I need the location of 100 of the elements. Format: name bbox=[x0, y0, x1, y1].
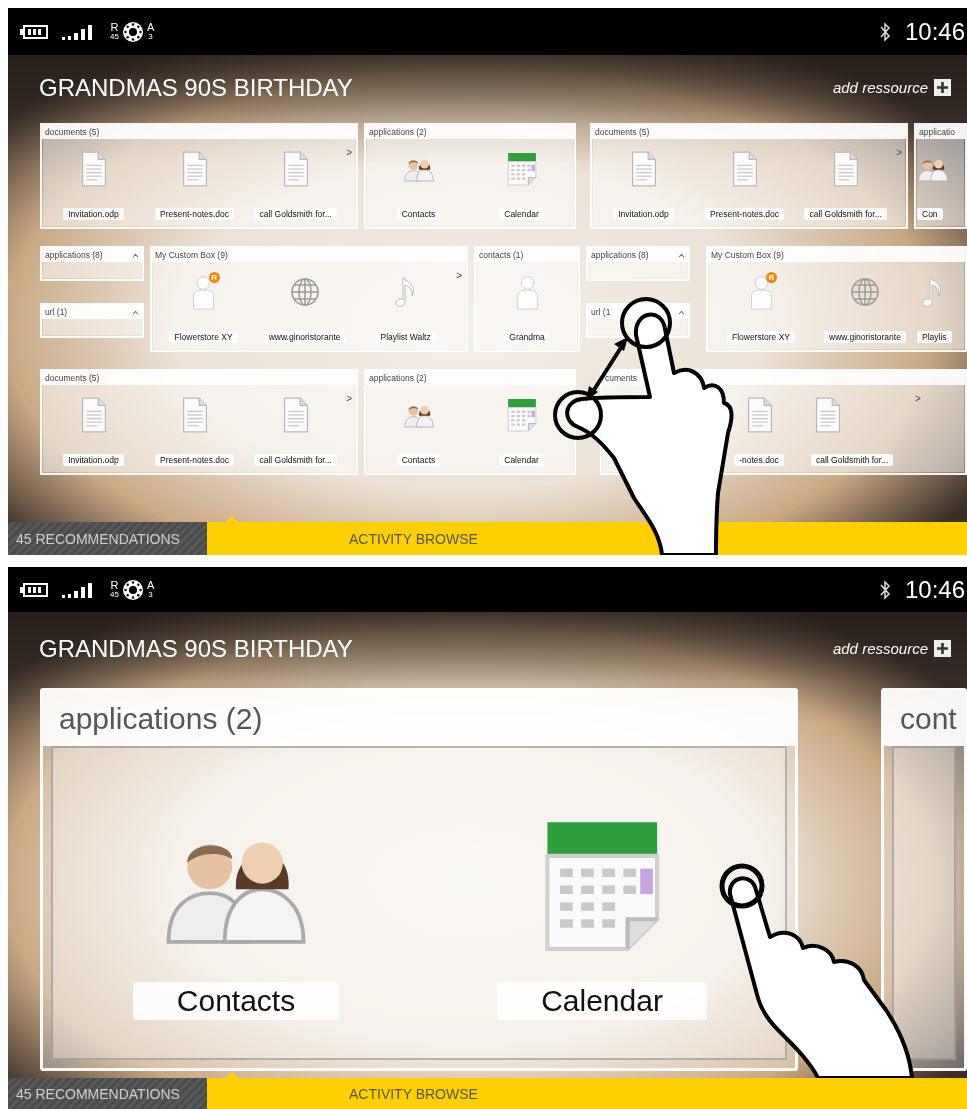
document-icon[interactable] bbox=[281, 151, 310, 187]
item-label[interactable]: Present-notes.doc bbox=[155, 208, 235, 220]
item-label[interactable]: call Goldsmith for... bbox=[811, 454, 894, 466]
box-header[interactable]: applications (2) bbox=[366, 371, 574, 385]
dotted-ring-icon bbox=[121, 20, 144, 43]
box-title: url (1 bbox=[591, 307, 611, 317]
tab[interactable]: 45 RECOMMENDATIONS bbox=[8, 522, 207, 555]
indicator-letter: A bbox=[146, 22, 155, 33]
box-title: My Custom Box (9) bbox=[711, 250, 784, 260]
box-title: contacts (1) bbox=[479, 250, 524, 260]
more-arrow[interactable]: > bbox=[346, 385, 355, 472]
item-label[interactable]: Con bbox=[917, 208, 943, 220]
item-label[interactable]: -notes.doc bbox=[734, 454, 784, 466]
caret-icon[interactable] bbox=[678, 252, 685, 258]
box-title: documents (5) bbox=[595, 127, 650, 137]
more-arrow[interactable]: > bbox=[896, 139, 905, 226]
document-icon[interactable] bbox=[79, 397, 108, 433]
caret-icon[interactable] bbox=[132, 309, 139, 315]
item-label[interactable]: Invitation.odp bbox=[613, 208, 674, 220]
add-resource-button[interactable]: add ressource bbox=[832, 640, 951, 657]
board-title: GRANDMAS 90S BIRTHDAY bbox=[39, 634, 353, 663]
item-label[interactable]: Invitation.odp bbox=[63, 454, 124, 466]
box-header[interactable]: applications (2) bbox=[366, 125, 574, 139]
box-header[interactable]: applications (8) bbox=[42, 248, 142, 262]
box-header[interactable]: cont bbox=[884, 691, 964, 746]
document-icon[interactable] bbox=[730, 151, 759, 187]
box-title: documents (5) bbox=[45, 127, 100, 137]
item-label[interactable]: www.ginoristorante bbox=[263, 331, 346, 343]
item-label[interactable]: Flowerstore XY bbox=[726, 331, 796, 343]
indicator-count: 3 bbox=[148, 33, 153, 41]
item-label[interactable]: Flowerstore XY bbox=[169, 331, 238, 343]
battery-icon bbox=[20, 24, 48, 39]
box-header[interactable]: url (1) bbox=[42, 305, 142, 319]
document-icon[interactable] bbox=[180, 397, 209, 433]
add-resource-button[interactable]: add ressource bbox=[832, 79, 951, 96]
box-title: applications (2) bbox=[369, 127, 427, 137]
item-label[interactable]: Present-notes.doc bbox=[155, 454, 235, 466]
item-label[interactable]: call Goldsmith for... bbox=[254, 208, 337, 220]
indicator-letter: R bbox=[110, 580, 119, 591]
box-header[interactable]: contacts (1) bbox=[476, 248, 578, 262]
item-label[interactable]: Playlis bbox=[917, 331, 952, 343]
item-label[interactable]: Contacts bbox=[396, 208, 441, 220]
box-title: applications (8) bbox=[591, 250, 649, 260]
item-label[interactable]: Contacts bbox=[396, 454, 441, 466]
bluetooth-icon bbox=[878, 579, 891, 600]
dotted-ring-icon bbox=[121, 578, 144, 601]
box-title: applicatio bbox=[919, 127, 955, 137]
selection-pointer bbox=[226, 516, 238, 522]
calendar-icon[interactable] bbox=[505, 397, 538, 433]
caret-icon[interactable] bbox=[678, 309, 685, 315]
tab[interactable]: ACTIVITY BROWSE bbox=[207, 1078, 967, 1109]
battery-icon bbox=[20, 582, 48, 597]
bluetooth-icon bbox=[878, 21, 891, 42]
box-header[interactable]: My Custom Box (9) bbox=[152, 248, 466, 262]
box-title: applications (8) bbox=[45, 250, 103, 260]
box-header[interactable]: documents (5) bbox=[42, 125, 356, 139]
item-label[interactable]: Contacts bbox=[132, 982, 340, 1020]
item-label[interactable]: www.ginoristorante bbox=[824, 331, 906, 343]
badge: R bbox=[208, 272, 220, 283]
plus-icon bbox=[934, 79, 951, 96]
tab[interactable]: 45 RECOMMENDATIONS bbox=[8, 1078, 207, 1109]
indicator-letter: A bbox=[146, 580, 155, 591]
document-icon[interactable] bbox=[180, 151, 209, 187]
caret-icon[interactable] bbox=[132, 252, 139, 258]
selection-pointer bbox=[226, 1072, 238, 1078]
person-icon[interactable] bbox=[190, 274, 217, 310]
box-title: documents (5) bbox=[45, 373, 100, 383]
item-label[interactable]: Calendar bbox=[499, 208, 544, 220]
plus-icon bbox=[934, 640, 951, 657]
document-icon[interactable] bbox=[79, 151, 108, 187]
item-label[interactable]: call Goldsmith for... bbox=[804, 208, 887, 220]
box-title: cont bbox=[900, 701, 957, 736]
indicator-count: 45 bbox=[110, 33, 119, 41]
more-arrow[interactable]: > bbox=[915, 385, 924, 472]
box-header[interactable]: documents (5) bbox=[592, 125, 906, 139]
indicator-letter: R bbox=[110, 22, 119, 33]
more-arrow[interactable]: > bbox=[346, 139, 355, 226]
box-title: url (1) bbox=[45, 307, 68, 317]
item-label[interactable]: Invitation.odp bbox=[63, 208, 124, 220]
item-label[interactable]: Grandma bbox=[504, 331, 550, 343]
box-header[interactable]: applications (2) bbox=[43, 691, 795, 746]
box-title: cuments bbox=[605, 373, 638, 383]
item-label[interactable]: Calendar bbox=[497, 982, 707, 1020]
calendar-icon[interactable] bbox=[505, 151, 538, 187]
box-header[interactable]: applicatio bbox=[916, 125, 965, 139]
item-label[interactable]: call Goldsmith for... bbox=[254, 454, 337, 466]
document-icon[interactable] bbox=[281, 397, 310, 433]
item-label[interactable]: Playlist Waltz bbox=[375, 331, 436, 343]
item-label[interactable]: Present-notes.doc bbox=[705, 208, 785, 220]
box-header[interactable]: applications (8) bbox=[588, 248, 688, 262]
board-title: GRANDMAS 90S BIRTHDAY bbox=[39, 73, 353, 102]
clock-time: 10:46 bbox=[904, 575, 966, 604]
clock-time: 10:46 bbox=[904, 17, 966, 46]
document-icon[interactable] bbox=[629, 151, 658, 187]
box-header[interactable]: documents (5) bbox=[42, 371, 356, 385]
box-header[interactable]: My Custom Box (9) bbox=[708, 248, 965, 262]
item-label[interactable]: Calendar bbox=[499, 454, 544, 466]
document-icon[interactable] bbox=[831, 151, 860, 187]
tab[interactable]: ACTIVITY BROWSE bbox=[207, 522, 967, 555]
more-arrow[interactable]: > bbox=[456, 262, 465, 349]
